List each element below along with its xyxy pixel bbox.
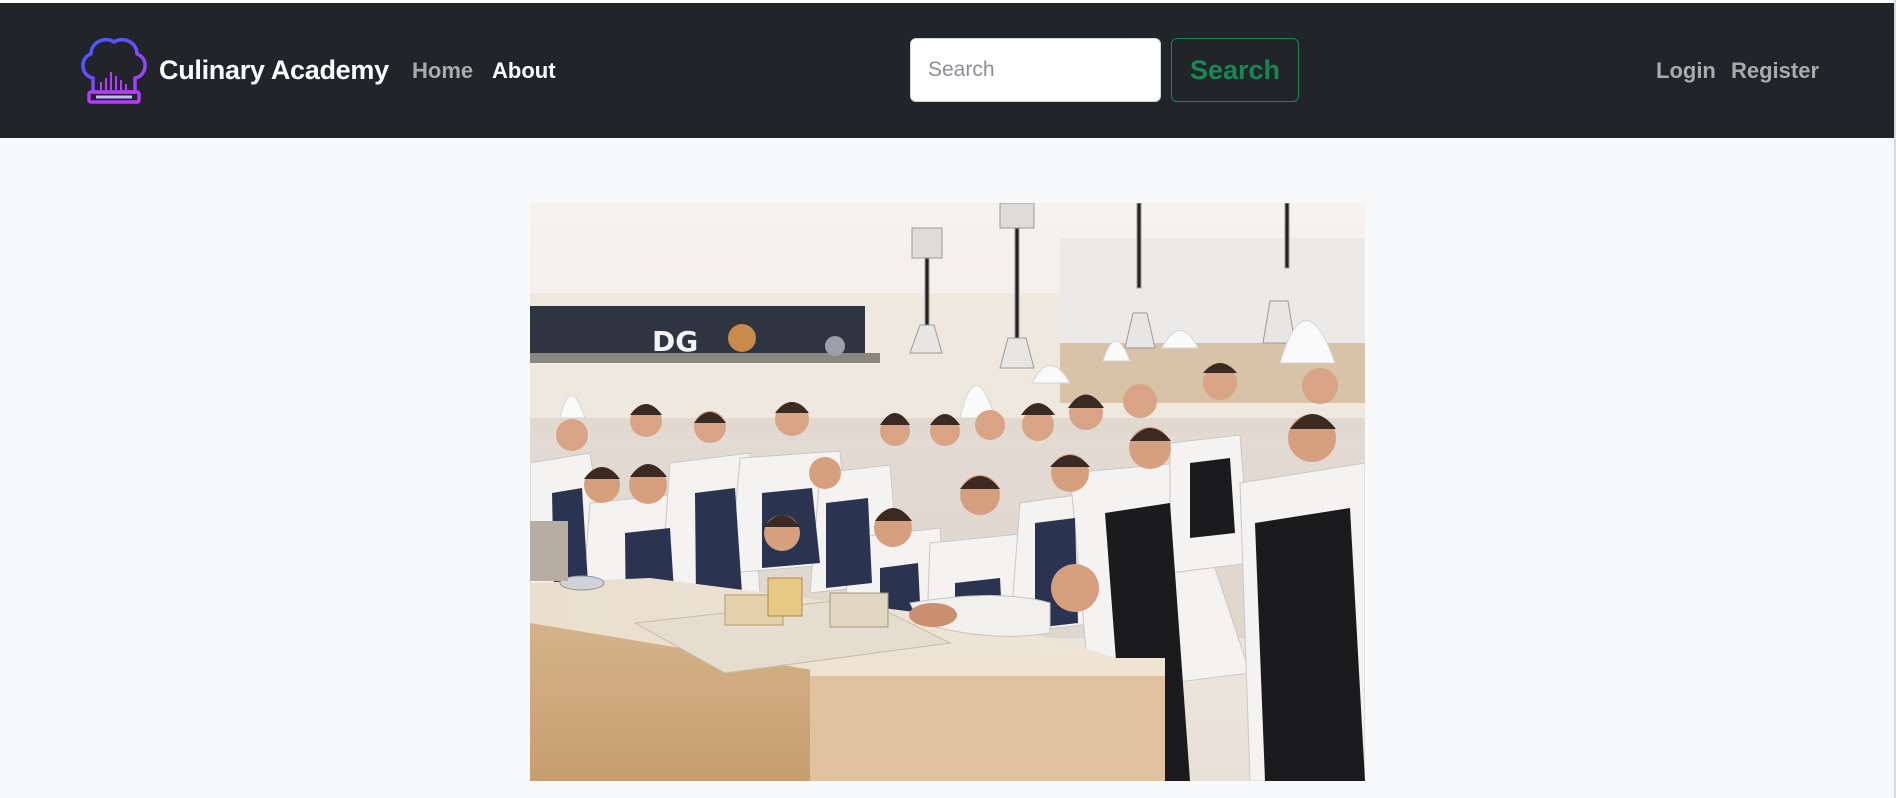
kitchen-team-photo: DG (530, 203, 1365, 781)
brand-name: Culinary Academy (159, 54, 389, 85)
nav-about-link[interactable]: About (492, 58, 556, 84)
brand-link[interactable]: Culinary Academy (79, 34, 389, 106)
nav-home-link[interactable]: Home (412, 58, 473, 84)
navbar: Culinary Academy Home About Search Login… (0, 3, 1896, 138)
search-button[interactable]: Search (1171, 38, 1299, 102)
register-link[interactable]: Register (1731, 58, 1819, 84)
search-input[interactable] (910, 38, 1161, 102)
login-link[interactable]: Login (1656, 58, 1716, 84)
chef-hat-icon (81, 37, 147, 104)
hero-image: DG (530, 203, 1365, 781)
